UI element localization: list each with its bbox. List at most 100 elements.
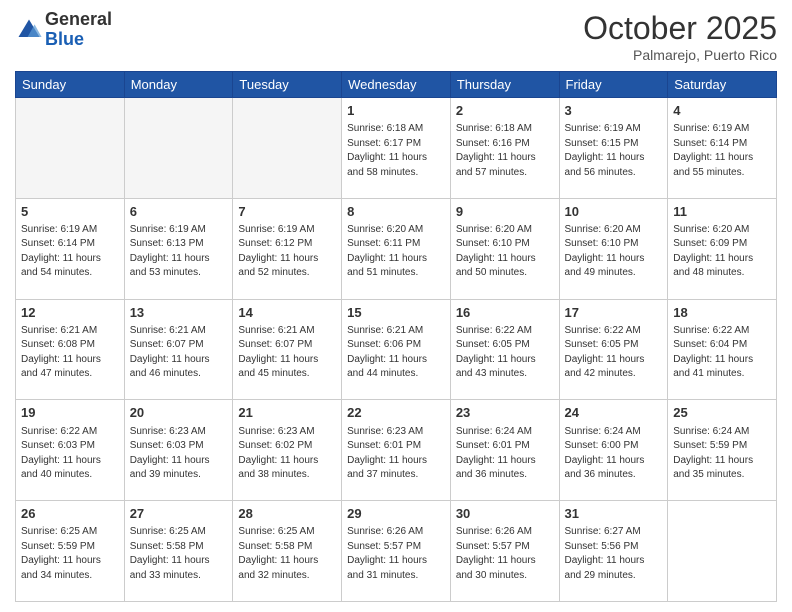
table-row: 22 Sunrise: 6:23 AMSunset: 6:01 PMDayligh… xyxy=(342,400,451,501)
day-number: 9 xyxy=(456,203,554,221)
table-row: 14 Sunrise: 6:21 AMSunset: 6:07 PMDayligh… xyxy=(233,299,342,400)
col-sunday: Sunday xyxy=(16,72,125,98)
week-row-2: 5 Sunrise: 6:19 AMSunset: 6:14 PMDaylight… xyxy=(16,198,777,299)
month-title: October 2025 xyxy=(583,10,777,47)
col-friday: Friday xyxy=(559,72,668,98)
day-number: 18 xyxy=(673,304,771,322)
table-row: 13 Sunrise: 6:21 AMSunset: 6:07 PMDayligh… xyxy=(124,299,233,400)
table-row: 29 Sunrise: 6:26 AMSunset: 5:57 PMDayligh… xyxy=(342,501,451,602)
day-info: Sunrise: 6:21 AMSunset: 6:07 PMDaylight:… xyxy=(238,324,336,382)
day-number: 17 xyxy=(565,304,663,322)
table-row: 24Sunrise: 6:24 AMSunset: 6:00 PMDayligh… xyxy=(559,400,668,501)
day-number: 10 xyxy=(565,203,663,221)
day-info: Sunrise: 6:18 AMSunset: 6:17 PMDaylight:… xyxy=(347,122,445,180)
day-info: Sunrise: 6:24 AMSunset: 5:59 PMDaylight:… xyxy=(673,425,771,483)
table-row: 12Sunrise: 6:21 AMSunset: 6:08 PMDayligh… xyxy=(16,299,125,400)
day-number: 21 xyxy=(238,404,336,422)
day-info: Sunrise: 6:20 AMSunset: 6:09 PMDaylight:… xyxy=(673,223,771,281)
day-info: Sunrise: 6:19 AMSunset: 6:14 PMDaylight:… xyxy=(21,223,119,281)
day-info: Sunrise: 6:19 AMSunset: 6:14 PMDaylight:… xyxy=(673,122,771,180)
week-row-1: 1Sunrise: 6:18 AMSunset: 6:17 PMDaylight… xyxy=(16,98,777,199)
col-monday: Monday xyxy=(124,72,233,98)
table-row: 6Sunrise: 6:19 AMSunset: 6:13 PMDaylight… xyxy=(124,198,233,299)
day-number: 31 xyxy=(565,505,663,523)
table-row: 28Sunrise: 6:25 AMSunset: 5:58 PMDayligh… xyxy=(233,501,342,602)
calendar-table: Sunday Monday Tuesday Wednesday Thursday… xyxy=(15,71,777,602)
week-row-4: 19 Sunrise: 6:22 AMSunset: 6:03 PMDayligh… xyxy=(16,400,777,501)
day-info: Sunrise: 6:26 AMSunset: 5:57 PMDaylight:… xyxy=(347,525,445,583)
day-number: 12 xyxy=(21,304,119,322)
day-info: Sunrise: 6:19 AMSunset: 6:12 PMDaylight:… xyxy=(238,223,336,281)
table-row: 10 Sunrise: 6:20 AMSunset: 6:10 PMDayligh… xyxy=(559,198,668,299)
table-row: 21 Sunrise: 6:23 AMSunset: 6:02 PMDayligh… xyxy=(233,400,342,501)
col-thursday: Thursday xyxy=(450,72,559,98)
calendar-header-row: Sunday Monday Tuesday Wednesday Thursday… xyxy=(16,72,777,98)
day-number: 16 xyxy=(456,304,554,322)
day-number: 29 xyxy=(347,505,445,523)
table-row: 11Sunrise: 6:20 AMSunset: 6:09 PMDayligh… xyxy=(668,198,777,299)
day-number: 8 xyxy=(347,203,445,221)
day-number: 27 xyxy=(130,505,228,523)
table-row: 1Sunrise: 6:18 AMSunset: 6:17 PMDaylight… xyxy=(342,98,451,199)
table-row xyxy=(668,501,777,602)
table-row: 26 Sunrise: 6:25 AMSunset: 5:59 PMDayligh… xyxy=(16,501,125,602)
logo-blue-text: Blue xyxy=(45,29,84,49)
table-row: 4 Sunrise: 6:19 AMSunset: 6:14 PMDaylight… xyxy=(668,98,777,199)
table-row: 8 Sunrise: 6:20 AMSunset: 6:11 PMDaylight… xyxy=(342,198,451,299)
day-info: Sunrise: 6:18 AMSunset: 6:16 PMDaylight:… xyxy=(456,122,554,180)
day-info: Sunrise: 6:19 AMSunset: 6:15 PMDaylight:… xyxy=(565,122,663,180)
page: General Blue October 2025 Palmarejo, Pue… xyxy=(0,0,792,612)
day-number: 13 xyxy=(130,304,228,322)
day-number: 26 xyxy=(21,505,119,523)
day-number: 5 xyxy=(21,203,119,221)
table-row: 19 Sunrise: 6:22 AMSunset: 6:03 PMDayligh… xyxy=(16,400,125,501)
logo: General Blue xyxy=(15,10,112,50)
day-info: Sunrise: 6:25 AMSunset: 5:58 PMDaylight:… xyxy=(130,525,228,583)
table-row: 2 Sunrise: 6:18 AMSunset: 6:16 PMDaylight… xyxy=(450,98,559,199)
day-info: Sunrise: 6:24 AMSunset: 6:01 PMDaylight:… xyxy=(456,425,554,483)
table-row: 9Sunrise: 6:20 AMSunset: 6:10 PMDaylight… xyxy=(450,198,559,299)
day-info: Sunrise: 6:25 AMSunset: 5:59 PMDaylight:… xyxy=(21,525,119,583)
day-info: Sunrise: 6:22 AMSunset: 6:05 PMDaylight:… xyxy=(565,324,663,382)
day-info: Sunrise: 6:26 AMSunset: 5:57 PMDaylight:… xyxy=(456,525,554,583)
week-row-5: 26 Sunrise: 6:25 AMSunset: 5:59 PMDayligh… xyxy=(16,501,777,602)
day-info: Sunrise: 6:23 AMSunset: 6:01 PMDaylight:… xyxy=(347,425,445,483)
day-number: 14 xyxy=(238,304,336,322)
col-tuesday: Tuesday xyxy=(233,72,342,98)
day-number: 2 xyxy=(456,102,554,120)
day-number: 24 xyxy=(565,404,663,422)
day-info: Sunrise: 6:20 AMSunset: 6:10 PMDaylight:… xyxy=(565,223,663,281)
table-row: 18Sunrise: 6:22 AMSunset: 6:04 PMDayligh… xyxy=(668,299,777,400)
table-row: 15Sunrise: 6:21 AMSunset: 6:06 PMDayligh… xyxy=(342,299,451,400)
day-number: 22 xyxy=(347,404,445,422)
table-row: 3 Sunrise: 6:19 AMSunset: 6:15 PMDaylight… xyxy=(559,98,668,199)
day-info: Sunrise: 6:22 AMSunset: 6:03 PMDaylight:… xyxy=(21,425,119,483)
day-info: Sunrise: 6:23 AMSunset: 6:03 PMDaylight:… xyxy=(130,425,228,483)
day-info: Sunrise: 6:27 AMSunset: 5:56 PMDaylight:… xyxy=(565,525,663,583)
day-info: Sunrise: 6:21 AMSunset: 6:06 PMDaylight:… xyxy=(347,324,445,382)
day-number: 7 xyxy=(238,203,336,221)
table-row: 17 Sunrise: 6:22 AMSunset: 6:05 PMDayligh… xyxy=(559,299,668,400)
logo-icon xyxy=(15,16,43,44)
day-number: 3 xyxy=(565,102,663,120)
day-info: Sunrise: 6:23 AMSunset: 6:02 PMDaylight:… xyxy=(238,425,336,483)
day-number: 19 xyxy=(21,404,119,422)
day-number: 4 xyxy=(673,102,771,120)
table-row xyxy=(16,98,125,199)
day-info: Sunrise: 6:22 AMSunset: 6:05 PMDaylight:… xyxy=(456,324,554,382)
table-row: 27 Sunrise: 6:25 AMSunset: 5:58 PMDayligh… xyxy=(124,501,233,602)
table-row: 30 Sunrise: 6:26 AMSunset: 5:57 PMDayligh… xyxy=(450,501,559,602)
col-wednesday: Wednesday xyxy=(342,72,451,98)
day-info: Sunrise: 6:25 AMSunset: 5:58 PMDaylight:… xyxy=(238,525,336,583)
day-info: Sunrise: 6:21 AMSunset: 6:07 PMDaylight:… xyxy=(130,324,228,382)
table-row: 20 Sunrise: 6:23 AMSunset: 6:03 PMDayligh… xyxy=(124,400,233,501)
day-number: 30 xyxy=(456,505,554,523)
col-saturday: Saturday xyxy=(668,72,777,98)
title-block: October 2025 Palmarejo, Puerto Rico xyxy=(583,10,777,63)
day-number: 23 xyxy=(456,404,554,422)
day-number: 20 xyxy=(130,404,228,422)
table-row: 16 Sunrise: 6:22 AMSunset: 6:05 PMDayligh… xyxy=(450,299,559,400)
day-info: Sunrise: 6:20 AMSunset: 6:11 PMDaylight:… xyxy=(347,223,445,281)
table-row xyxy=(124,98,233,199)
logo-text: General Blue xyxy=(45,10,112,50)
